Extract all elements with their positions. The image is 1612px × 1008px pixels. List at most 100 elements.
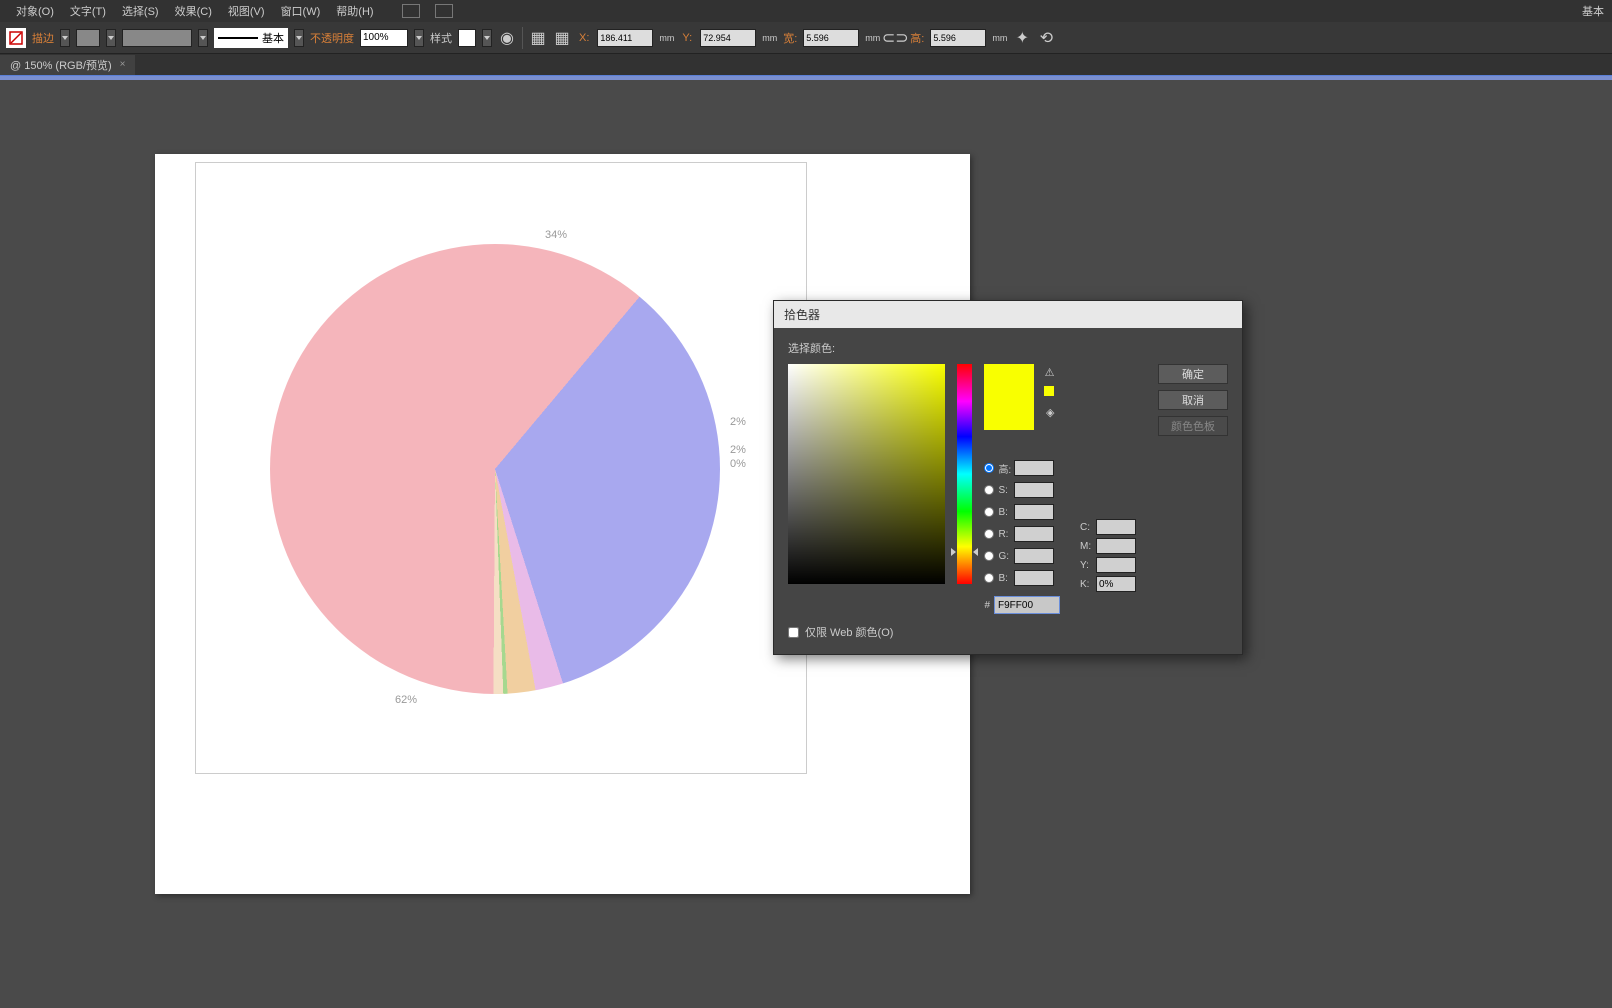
menu-text[interactable]: 文字(T) bbox=[62, 3, 114, 19]
canvas-area[interactable]: 34% 2% 2% 0% 62% Cyanobacteria Proteobac… bbox=[0, 80, 1612, 1008]
y-unit: mm bbox=[762, 33, 777, 43]
hsb-b-input[interactable] bbox=[1014, 504, 1054, 520]
web-safe-icon[interactable]: ◈ bbox=[1046, 406, 1054, 419]
document-tab-title: @ 150% (RGB/预览) bbox=[10, 57, 112, 73]
rgb-r-label: R: bbox=[998, 529, 1010, 540]
menu-select[interactable]: 选择(S) bbox=[114, 3, 167, 19]
doc-mode-icon[interactable] bbox=[402, 4, 420, 18]
pie-label-2b: 2% bbox=[730, 444, 746, 456]
hsb-b-radio[interactable] bbox=[984, 507, 994, 517]
rgb-r-input[interactable] bbox=[1014, 526, 1054, 542]
cmyk-y-label: Y: bbox=[1080, 560, 1092, 571]
opacity-label: 不透明度 bbox=[310, 30, 354, 46]
h-unit: mm bbox=[992, 33, 1007, 43]
width-label: 宽: bbox=[783, 30, 797, 46]
menu-bar: 对象(O) 文字(T) 选择(S) 效果(C) 视图(V) 窗口(W) 帮助(H… bbox=[0, 0, 1612, 22]
cmyk-m-input[interactable] bbox=[1096, 538, 1136, 554]
gamut-warning-swatch[interactable] bbox=[1044, 386, 1054, 396]
rgb-r-radio[interactable] bbox=[984, 529, 994, 539]
hsb-s-label: S: bbox=[998, 485, 1010, 496]
hsb-h-radio[interactable] bbox=[984, 463, 994, 473]
cmyk-c-label: C: bbox=[1080, 522, 1092, 533]
menu-help[interactable]: 帮助(H) bbox=[328, 3, 381, 19]
menu-effect[interactable]: 效果(C) bbox=[167, 3, 220, 19]
x-icon: X: bbox=[577, 32, 591, 44]
style-label: 样式 bbox=[430, 30, 452, 46]
stroke-label: 描边 bbox=[32, 30, 54, 46]
hue-slider-handle-left[interactable] bbox=[951, 548, 956, 556]
hue-slider-handle-right[interactable] bbox=[973, 548, 978, 556]
gamut-warning-icon[interactable]: ⚠ bbox=[1045, 366, 1055, 379]
stroke-color-dropdown[interactable] bbox=[106, 29, 116, 47]
transform-anchor-icon[interactable]: ▦ bbox=[553, 29, 571, 47]
pie-label-34: 34% bbox=[545, 229, 567, 241]
workspace-label[interactable]: 基本 bbox=[1582, 3, 1604, 19]
rgb-g-radio[interactable] bbox=[984, 551, 994, 561]
saturation-value-field[interactable] bbox=[788, 364, 945, 584]
pie-label-2a: 2% bbox=[730, 416, 746, 428]
arrange-icon[interactable] bbox=[435, 4, 453, 18]
color-picker-title: 拾色器 bbox=[774, 301, 1242, 328]
isolate-icon[interactable]: ⟲ bbox=[1037, 29, 1055, 47]
opacity-dropdown[interactable] bbox=[414, 29, 424, 47]
opacity-input[interactable] bbox=[360, 29, 408, 47]
document-tab-bar: @ 150% (RGB/预览) × bbox=[0, 54, 1612, 76]
divider bbox=[522, 27, 523, 49]
link-wh-icon[interactable]: ⊂⊃ bbox=[886, 29, 904, 47]
hsb-h-input[interactable] bbox=[1014, 460, 1054, 476]
menu-view[interactable]: 视图(V) bbox=[220, 3, 273, 19]
ok-button[interactable]: 确定 bbox=[1158, 364, 1228, 384]
menu-window[interactable]: 窗口(W) bbox=[273, 3, 329, 19]
cmyk-c-input[interactable] bbox=[1096, 519, 1136, 535]
cmyk-k-input[interactable] bbox=[1096, 576, 1136, 592]
brush-definition[interactable]: 基本 bbox=[214, 28, 288, 48]
hsb-h-label: 高: bbox=[998, 461, 1010, 476]
select-color-label: 选择颜色: bbox=[788, 340, 1228, 356]
color-preview: ⚠ ◈ bbox=[984, 364, 1034, 430]
stroke-profile-swatch[interactable] bbox=[122, 29, 192, 47]
x-unit: mm bbox=[659, 33, 674, 43]
options-bar: 描边 基本 不透明度 样式 ◉ ▦ ▦ X: mm Y: mm 宽: mm ⊂⊃… bbox=[0, 22, 1612, 54]
x-input[interactable] bbox=[597, 29, 653, 47]
color-swatches-button[interactable]: 颜色色板 bbox=[1158, 416, 1228, 436]
document-tab[interactable]: @ 150% (RGB/预览) × bbox=[0, 55, 135, 75]
pie-chart[interactable] bbox=[270, 244, 720, 694]
pie-label-0: 0% bbox=[730, 458, 746, 470]
rgb-b-label: B: bbox=[998, 573, 1010, 584]
hex-label: # bbox=[984, 600, 990, 611]
hex-input[interactable] bbox=[994, 596, 1060, 614]
pie-body bbox=[270, 244, 720, 694]
height-input[interactable] bbox=[930, 29, 986, 47]
brush-dropdown[interactable] bbox=[294, 29, 304, 47]
align-icon[interactable]: ▦ bbox=[529, 29, 547, 47]
cmyk-y-input[interactable] bbox=[1096, 557, 1136, 573]
hue-slider[interactable] bbox=[957, 364, 973, 584]
rgb-b-input[interactable] bbox=[1014, 570, 1054, 586]
stroke-weight-dropdown[interactable] bbox=[60, 29, 70, 47]
stroke-color-swatch[interactable] bbox=[76, 29, 100, 47]
close-tab-icon[interactable]: × bbox=[120, 59, 126, 70]
rgb-b-radio[interactable] bbox=[984, 573, 994, 583]
hsb-s-input[interactable] bbox=[1014, 482, 1054, 498]
shape-mode-icon[interactable]: ✦ bbox=[1013, 29, 1031, 47]
y-icon: Y: bbox=[680, 32, 694, 44]
height-label: 高: bbox=[910, 30, 924, 46]
stroke-profile-dropdown[interactable] bbox=[198, 29, 208, 47]
no-selection-icon bbox=[6, 28, 26, 48]
width-input[interactable] bbox=[803, 29, 859, 47]
y-input[interactable] bbox=[700, 29, 756, 47]
cancel-button[interactable]: 取消 bbox=[1158, 390, 1228, 410]
recolor-icon[interactable]: ◉ bbox=[498, 29, 516, 47]
web-only-label: 仅限 Web 颜色(O) bbox=[805, 624, 893, 640]
hsb-b-label: B: bbox=[998, 507, 1010, 518]
hsb-s-radio[interactable] bbox=[984, 485, 994, 495]
w-unit: mm bbox=[865, 33, 880, 43]
graphic-style-swatch[interactable] bbox=[458, 29, 476, 47]
rgb-g-label: G: bbox=[998, 551, 1010, 562]
menu-object[interactable]: 对象(O) bbox=[8, 3, 62, 19]
color-picker-dialog[interactable]: 拾色器 选择颜色: ⚠ ◈ 高: S: B: bbox=[773, 300, 1243, 655]
rgb-g-input[interactable] bbox=[1014, 548, 1054, 564]
web-only-checkbox[interactable] bbox=[788, 627, 799, 638]
graphic-style-dropdown[interactable] bbox=[482, 29, 492, 47]
cmyk-k-label: K: bbox=[1080, 579, 1092, 590]
